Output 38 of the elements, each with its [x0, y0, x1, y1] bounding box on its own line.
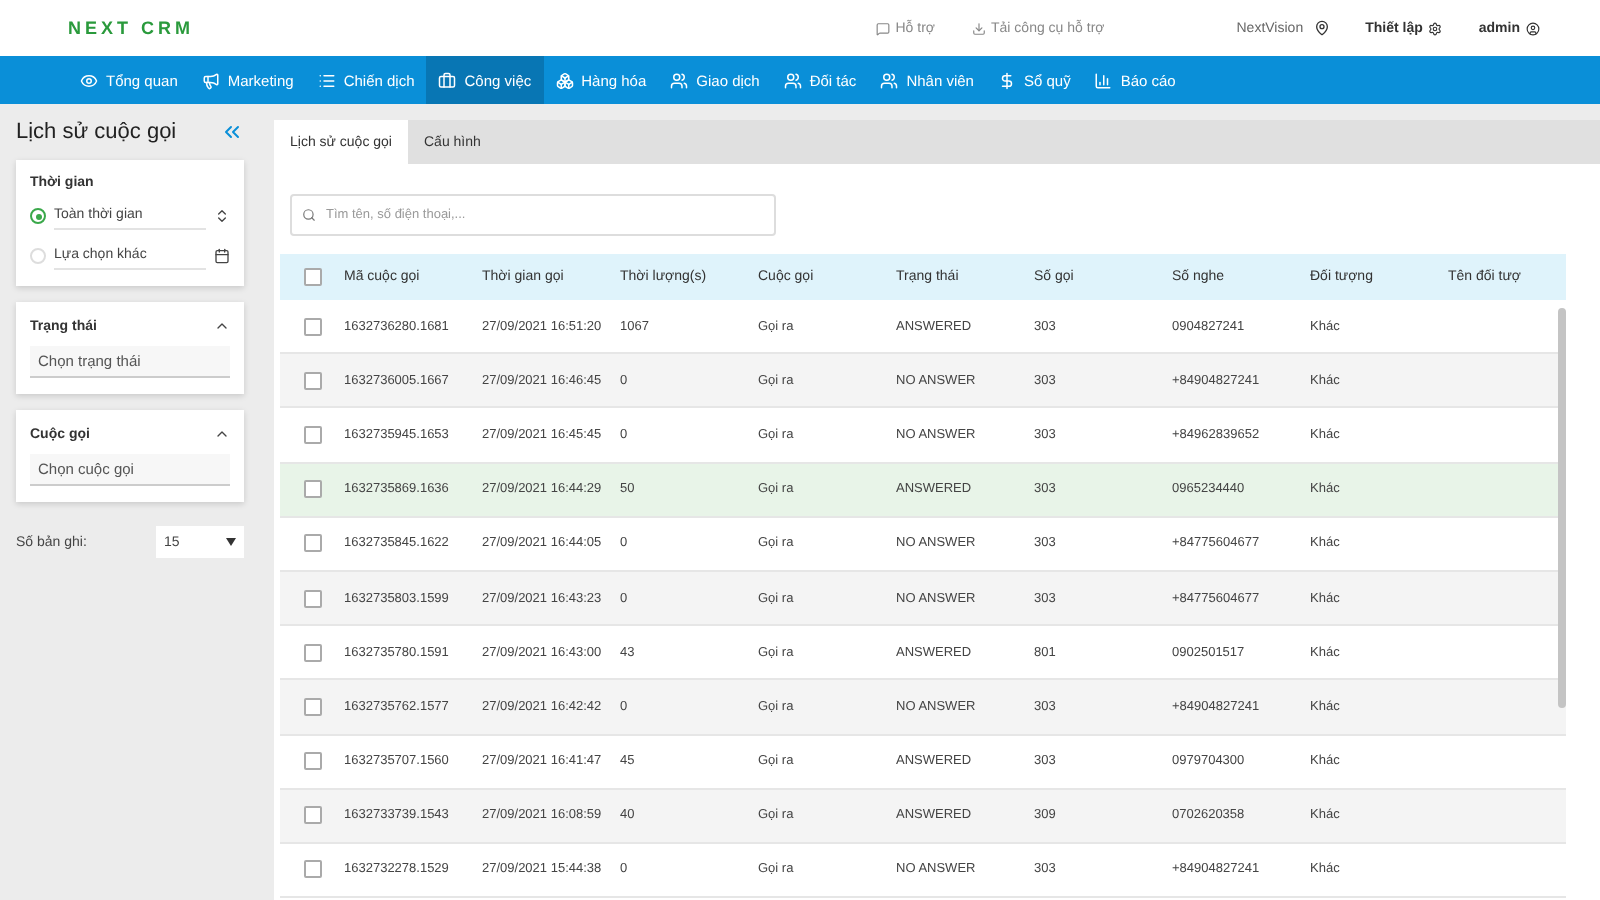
briefcase-icon	[438, 71, 457, 89]
row-checkbox[interactable]	[304, 317, 322, 336]
caret-icon	[226, 538, 236, 546]
logo: NEXT CRM	[68, 18, 194, 38]
row-checkbox[interactable]	[304, 534, 322, 553]
users-icon	[670, 71, 689, 89]
row-checkbox[interactable]	[304, 806, 322, 825]
dollar-icon	[997, 71, 1016, 89]
chevron-up-icon[interactable]	[214, 318, 230, 334]
sidebar-title: Lịch sử cuộc gọi	[16, 120, 177, 144]
search-icon	[302, 208, 316, 222]
cubes-icon	[555, 71, 574, 89]
row-checkbox[interactable]	[304, 371, 322, 390]
sort-icon[interactable]	[214, 208, 230, 224]
list-icon	[317, 71, 336, 89]
users-icon	[783, 71, 802, 89]
chat-icon	[875, 21, 890, 35]
row-checkbox[interactable]	[304, 480, 322, 499]
users-icon	[880, 71, 899, 89]
row-checkbox[interactable]	[304, 860, 322, 879]
row-checkbox[interactable]	[304, 697, 322, 716]
map-pin-icon	[1313, 20, 1330, 36]
calendar-icon[interactable]	[214, 248, 230, 264]
row-checkbox[interactable]	[304, 643, 322, 662]
gear-icon	[1428, 21, 1443, 35]
download-icon	[971, 21, 986, 35]
bar-chart-icon	[1094, 71, 1113, 89]
row-checkbox[interactable]	[304, 589, 322, 608]
row-checkbox[interactable]	[304, 425, 322, 444]
select-all-checkbox[interactable]	[304, 268, 322, 286]
megaphone-icon	[201, 71, 220, 89]
scrollbar[interactable]	[1558, 308, 1566, 708]
chevron-up-icon[interactable]	[214, 426, 230, 442]
row-checkbox[interactable]	[304, 752, 322, 771]
eye-icon	[80, 71, 98, 89]
user-icon	[1526, 21, 1540, 35]
radio-button[interactable]	[30, 208, 46, 224]
collapse-icon[interactable]	[220, 120, 244, 144]
